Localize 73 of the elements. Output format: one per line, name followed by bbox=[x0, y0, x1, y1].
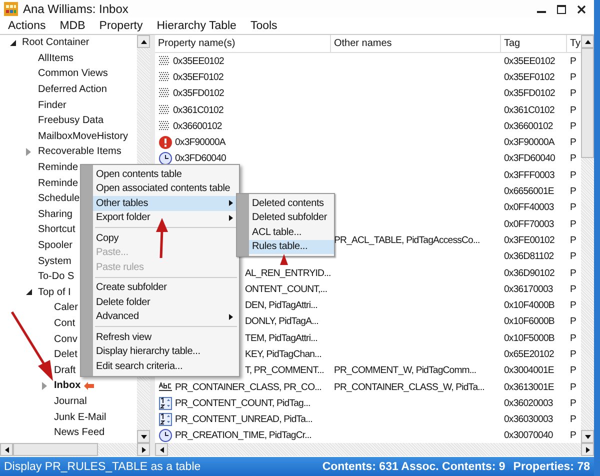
table-cell: P bbox=[570, 202, 576, 214]
status-counts: Contents: 631 Assoc. Contents: 9 bbox=[322, 460, 506, 472]
table-cell: 0x36600102 bbox=[504, 120, 553, 132]
table-cell: P bbox=[570, 72, 576, 83]
table-cell: P bbox=[570, 104, 576, 116]
table-cell: P bbox=[570, 300, 576, 312]
table-cell: 0x35EE0102 bbox=[173, 56, 224, 67]
table-cell: P bbox=[570, 414, 576, 426]
table-cell: P bbox=[570, 348, 576, 360]
table-cell: 0x3613001E bbox=[504, 382, 554, 393]
table-cell: P bbox=[570, 284, 576, 295]
table-cell: 0x3F90000A bbox=[504, 137, 554, 148]
table-cell: P bbox=[570, 382, 576, 393]
table-cell: P bbox=[570, 137, 576, 148]
table-cell: P bbox=[570, 332, 576, 344]
table-cell: PR_COMMENT_W, PidTagComm... bbox=[334, 365, 476, 376]
table-cell: P bbox=[570, 316, 576, 328]
table-cell: 0x30070040 bbox=[504, 430, 553, 442]
table-cell: 0x35EF0102 bbox=[504, 72, 554, 83]
table-cell: 0x35EE0102 bbox=[504, 56, 555, 67]
table-cell: P bbox=[570, 170, 576, 181]
table-cell: 0x0FF40003 bbox=[504, 202, 554, 214]
table-cell: 0x36D90102 bbox=[504, 268, 554, 278]
table-cell: DONLY, PidTagA... bbox=[245, 316, 318, 328]
table-cell: 0x3004001E bbox=[504, 365, 554, 376]
status-counts: Properties: 78 bbox=[513, 460, 590, 472]
table-cell: PR_ACL_TABLE, PidTagAccessCo... bbox=[334, 234, 480, 246]
table-cell: DEN, PidTagAttri... bbox=[245, 300, 318, 312]
table-cell: P bbox=[570, 365, 576, 376]
table-cell: T, PR_COMMENT... bbox=[245, 365, 324, 376]
table-cell: 0x3F90000A bbox=[175, 137, 226, 148]
table-cell: P bbox=[570, 88, 576, 100]
table-cell: 0x35FD0102 bbox=[173, 88, 224, 100]
table-cell: PR_CONTENT_UNREAD, PidTa... bbox=[175, 414, 312, 426]
table-cell: TEM, PidTagAttri... bbox=[245, 332, 318, 344]
table-cell: P bbox=[570, 430, 576, 442]
table-cell: P bbox=[570, 186, 576, 198]
table-cell: PR_CONTAINER_CLASS_W, PidTa... bbox=[334, 382, 484, 393]
table-cell: P bbox=[570, 268, 576, 278]
table-cell: 0x3FFF0003 bbox=[504, 170, 554, 181]
table-cell: KEY, PidTagChan... bbox=[245, 348, 322, 360]
table-cell: 0x3FE00102 bbox=[504, 234, 554, 246]
window-title: Ana Williams: Inbox bbox=[23, 2, 128, 16]
table-cell: 0x36170003 bbox=[504, 284, 553, 295]
table-cell: 0x3FD60040 bbox=[175, 153, 226, 164]
table-cell: 0x36020003 bbox=[504, 398, 553, 409]
table-cell: 0x361C0102 bbox=[173, 104, 224, 116]
table-cell: P bbox=[570, 251, 576, 262]
table-cell: 0x3FD60040 bbox=[504, 153, 555, 164]
table-cell: PR_CONTAINER_CLASS, PR_CO... bbox=[175, 382, 322, 393]
table-cell: PR_CREATION_TIME, PidTagCr... bbox=[175, 430, 312, 442]
table-cell: 0x0FF70003 bbox=[504, 218, 554, 230]
table-cell: 0x10F4000B bbox=[504, 300, 554, 312]
table-cell: AL_REN_ENTRYID... bbox=[245, 268, 331, 278]
status-message: Display PR_RULES_TABLE as a table bbox=[4, 460, 201, 472]
table-cell: P bbox=[570, 234, 576, 246]
table-cell: P bbox=[570, 120, 576, 132]
table-cell: P bbox=[570, 398, 576, 409]
table-cell: 0x36030003 bbox=[504, 414, 553, 426]
table-cell: 0x36D81102 bbox=[504, 251, 554, 262]
table-cell: P bbox=[570, 153, 576, 164]
table-cell: P bbox=[570, 56, 576, 67]
table-cell: P bbox=[570, 218, 576, 230]
table-cell: PR_CONTENT_COUNT, PidTag... bbox=[175, 398, 310, 409]
table-cell: 0x65E20102 bbox=[504, 348, 554, 360]
table-cell: 0x35EF0102 bbox=[173, 72, 224, 83]
table-cell: 0x361C0102 bbox=[504, 104, 554, 116]
table-cell: 0x35FD0102 bbox=[504, 88, 555, 100]
table-cell: ONTENT_COUNT,... bbox=[245, 284, 328, 295]
table-cell: 0x36600102 bbox=[173, 120, 222, 132]
table-cell: 0x10F6000B bbox=[504, 316, 554, 328]
table-cell: 0x10F5000B bbox=[504, 332, 554, 344]
table-cell: 0x6656001E bbox=[504, 186, 554, 198]
